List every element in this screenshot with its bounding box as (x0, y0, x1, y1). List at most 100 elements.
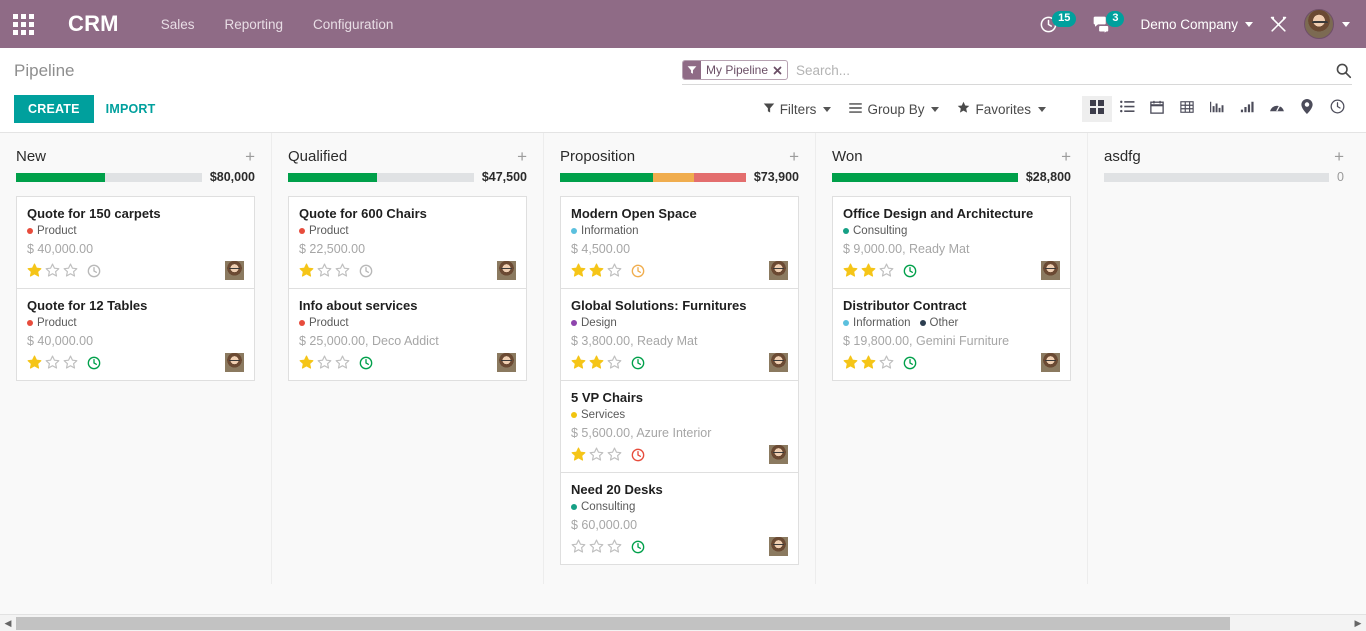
import-button[interactable]: IMPORT (106, 102, 156, 116)
close-x-icon[interactable] (773, 61, 787, 79)
kanban-column-title[interactable]: Qualified (288, 148, 347, 165)
priority-star-1[interactable] (299, 355, 314, 370)
activity-clock-icon-gray[interactable] (359, 264, 373, 278)
priority-star-2[interactable] (589, 447, 604, 462)
list-view-button[interactable] (1112, 96, 1142, 122)
kanban-card[interactable]: Need 20 Desks Consulting $ 60,000.00 (560, 472, 799, 565)
priority-star-2[interactable] (589, 539, 604, 554)
priority-star-1[interactable] (299, 263, 314, 278)
priority-star-3[interactable] (607, 539, 622, 554)
kanban-column-title[interactable]: New (16, 148, 46, 165)
priority-star-2[interactable] (45, 355, 60, 370)
search-icon[interactable] (1335, 62, 1352, 79)
progress-segment[interactable] (832, 172, 1018, 182)
search-facet-my-pipeline[interactable]: My Pipeline (682, 60, 789, 80)
search-bar[interactable]: My Pipeline (682, 60, 1352, 85)
activity-clock-icon-gray[interactable] (87, 264, 101, 278)
kanban-card[interactable]: Office Design and Architecture Consulting… (832, 196, 1071, 288)
priority-star-3[interactable] (63, 355, 78, 370)
priority-star-3[interactable] (879, 263, 894, 278)
priority-star-3[interactable] (335, 263, 350, 278)
priority-star-1[interactable] (843, 263, 858, 278)
activity-clock-icon-green[interactable] (903, 356, 917, 370)
kanban-column-title[interactable]: asdfg (1104, 148, 1141, 165)
plus-icon[interactable]: + (1334, 148, 1344, 165)
card-tag[interactable]: Other (919, 317, 958, 329)
kanban-card[interactable]: Global Solutions: Furnitures Design $ 3,80… (560, 288, 799, 380)
kanban-card[interactable]: 5 VP Chairs Services $ 5,600.00, Azure Int… (560, 380, 799, 472)
priority-star-1[interactable] (571, 539, 586, 554)
graph-bar-view-button[interactable] (1202, 96, 1232, 122)
company-switcher[interactable]: Demo Company (1140, 17, 1253, 32)
progress-segment[interactable] (652, 172, 694, 182)
priority-star-2[interactable] (317, 355, 332, 370)
activity-clock-icon-green[interactable] (87, 356, 101, 370)
kanban-card[interactable]: Quote for 600 Chairs Product $ 22,500.00 (288, 196, 527, 288)
card-tag[interactable]: Information (571, 225, 639, 237)
calendar-view-button[interactable] (1142, 96, 1172, 122)
avatar[interactable] (225, 353, 244, 372)
kanban-card[interactable]: Quote for 150 carpets Product $ 40,000.00 (16, 196, 255, 288)
avatar[interactable] (769, 445, 788, 464)
priority-star-3[interactable] (335, 355, 350, 370)
progress-segment[interactable] (16, 172, 106, 182)
priority-star-2[interactable] (589, 355, 604, 370)
card-tag[interactable]: Information (843, 317, 911, 329)
activity-view-button[interactable] (1322, 96, 1352, 122)
priority-star-1[interactable] (571, 263, 586, 278)
priority-star-1[interactable] (27, 355, 42, 370)
search-input[interactable] (788, 62, 1335, 78)
progress-segment[interactable] (288, 172, 378, 182)
priority-star-3[interactable] (607, 447, 622, 462)
menu-item-sales[interactable]: Sales (159, 11, 197, 38)
priority-star-1[interactable] (571, 447, 586, 462)
priority-star-3[interactable] (63, 263, 78, 278)
plus-icon[interactable]: + (517, 148, 527, 165)
chevron-left-icon[interactable]: ◀ (0, 618, 16, 629)
avatar[interactable] (1041, 353, 1060, 372)
activity-clock-icon-orange[interactable] (631, 264, 645, 278)
activity-clock-icon-green[interactable] (903, 264, 917, 278)
developer-tools-button[interactable] (1269, 15, 1288, 34)
kanban-view-button[interactable] (1082, 96, 1112, 122)
activities-menu-button[interactable]: 15 (1039, 11, 1077, 34)
card-tag[interactable]: Design (571, 317, 617, 329)
progress-bar[interactable] (288, 172, 474, 182)
plus-icon[interactable]: + (245, 148, 255, 165)
priority-star-2[interactable] (861, 355, 876, 370)
kanban-card[interactable]: Modern Open Space Information $ 4,500.00 (560, 196, 799, 288)
progress-segment[interactable] (693, 172, 746, 182)
scrollbar-thumb[interactable] (16, 616, 1230, 630)
kanban-card[interactable]: Distributor Contract Information Other $ 19… (832, 288, 1071, 381)
card-tag[interactable]: Consulting (571, 501, 635, 513)
group-by-dropdown[interactable]: Group By (849, 102, 940, 117)
priority-star-2[interactable] (317, 263, 332, 278)
avatar[interactable] (769, 261, 788, 280)
app-brand-name[interactable]: CRM (68, 11, 119, 37)
card-tag[interactable]: Consulting (843, 225, 907, 237)
pivot-view-button[interactable] (1172, 96, 1202, 122)
activity-clock-icon-green[interactable] (359, 356, 373, 370)
map-view-button[interactable] (1292, 96, 1322, 122)
avatar[interactable] (497, 353, 516, 372)
progress-bar[interactable] (560, 172, 746, 182)
kanban-column-title[interactable]: Won (832, 148, 863, 165)
kanban-card[interactable]: Quote for 12 Tables Product $ 40,000.00 (16, 288, 255, 381)
card-tag[interactable]: Product (299, 317, 349, 329)
graph-line-view-button[interactable] (1232, 96, 1262, 122)
progress-bar[interactable] (16, 172, 202, 182)
avatar[interactable] (769, 537, 788, 556)
progress-bar[interactable] (1104, 172, 1330, 182)
priority-star-2[interactable] (589, 263, 604, 278)
activity-clock-icon-green[interactable] (631, 356, 645, 370)
priority-star-2[interactable] (861, 263, 876, 278)
priority-star-1[interactable] (571, 355, 586, 370)
kanban-card[interactable]: Info about services Product $ 25,000.00, D… (288, 288, 527, 381)
chevron-right-icon[interactable]: ▶ (1350, 618, 1366, 629)
avatar[interactable] (497, 261, 516, 280)
priority-star-3[interactable] (607, 355, 622, 370)
menu-item-reporting[interactable]: Reporting (222, 11, 285, 38)
avatar[interactable] (769, 353, 788, 372)
horizontal-scrollbar[interactable]: ◀ ▶ (0, 614, 1366, 631)
activity-clock-icon-green[interactable] (631, 540, 645, 554)
